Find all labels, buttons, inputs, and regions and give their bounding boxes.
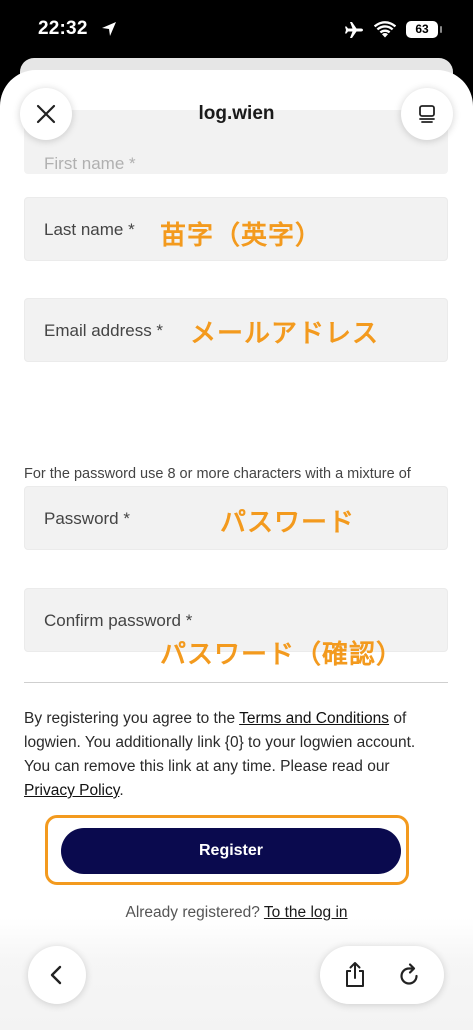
password-annotation: パスワード — [220, 507, 356, 537]
password-label: Password * — [44, 509, 130, 528]
share-icon — [346, 962, 364, 987]
status-bar: 22:32 63 — [0, 0, 473, 62]
privacy-policy-link[interactable]: Privacy Policy — [24, 782, 119, 799]
back-button[interactable] — [28, 946, 86, 1004]
confirm-password-annotation: パスワード（確認） — [160, 639, 404, 669]
tabs-icon — [419, 105, 435, 123]
status-time: 22:32 — [38, 18, 88, 39]
reload-button[interactable] — [396, 962, 422, 988]
confirm-password-label: Confirm password * — [44, 611, 193, 630]
tabs-button[interactable] — [401, 88, 453, 140]
action-group — [320, 946, 444, 1004]
battery-icon: 63 — [406, 21, 442, 38]
chevron-left-icon — [50, 965, 62, 985]
divider — [24, 682, 448, 683]
airplane-icon — [345, 22, 363, 38]
last-name-label: Last name * — [44, 220, 135, 239]
last-name-annotation: 苗字（英字） — [160, 220, 323, 250]
wifi-icon — [374, 21, 396, 38]
terms-text: By registering you agree to the Terms an… — [24, 707, 444, 803]
reload-icon — [400, 963, 418, 985]
email-label: Email address * — [44, 321, 164, 340]
register-button[interactable]: Register — [61, 828, 401, 874]
terms-link[interactable]: Terms and Conditions — [239, 710, 389, 727]
web-sheet: First name * log.wien Last name * 苗字（英字）… — [0, 70, 473, 1030]
terms-text-part3: . — [119, 782, 124, 799]
email-annotation: メールアドレス — [190, 318, 380, 348]
browser-toolbar: logwien — [0, 918, 473, 1030]
browser-header: log.wien — [0, 70, 473, 158]
location-arrow-icon — [102, 22, 116, 36]
share-button[interactable] — [342, 961, 368, 989]
terms-text-part1: By registering you agree to the — [24, 710, 240, 727]
